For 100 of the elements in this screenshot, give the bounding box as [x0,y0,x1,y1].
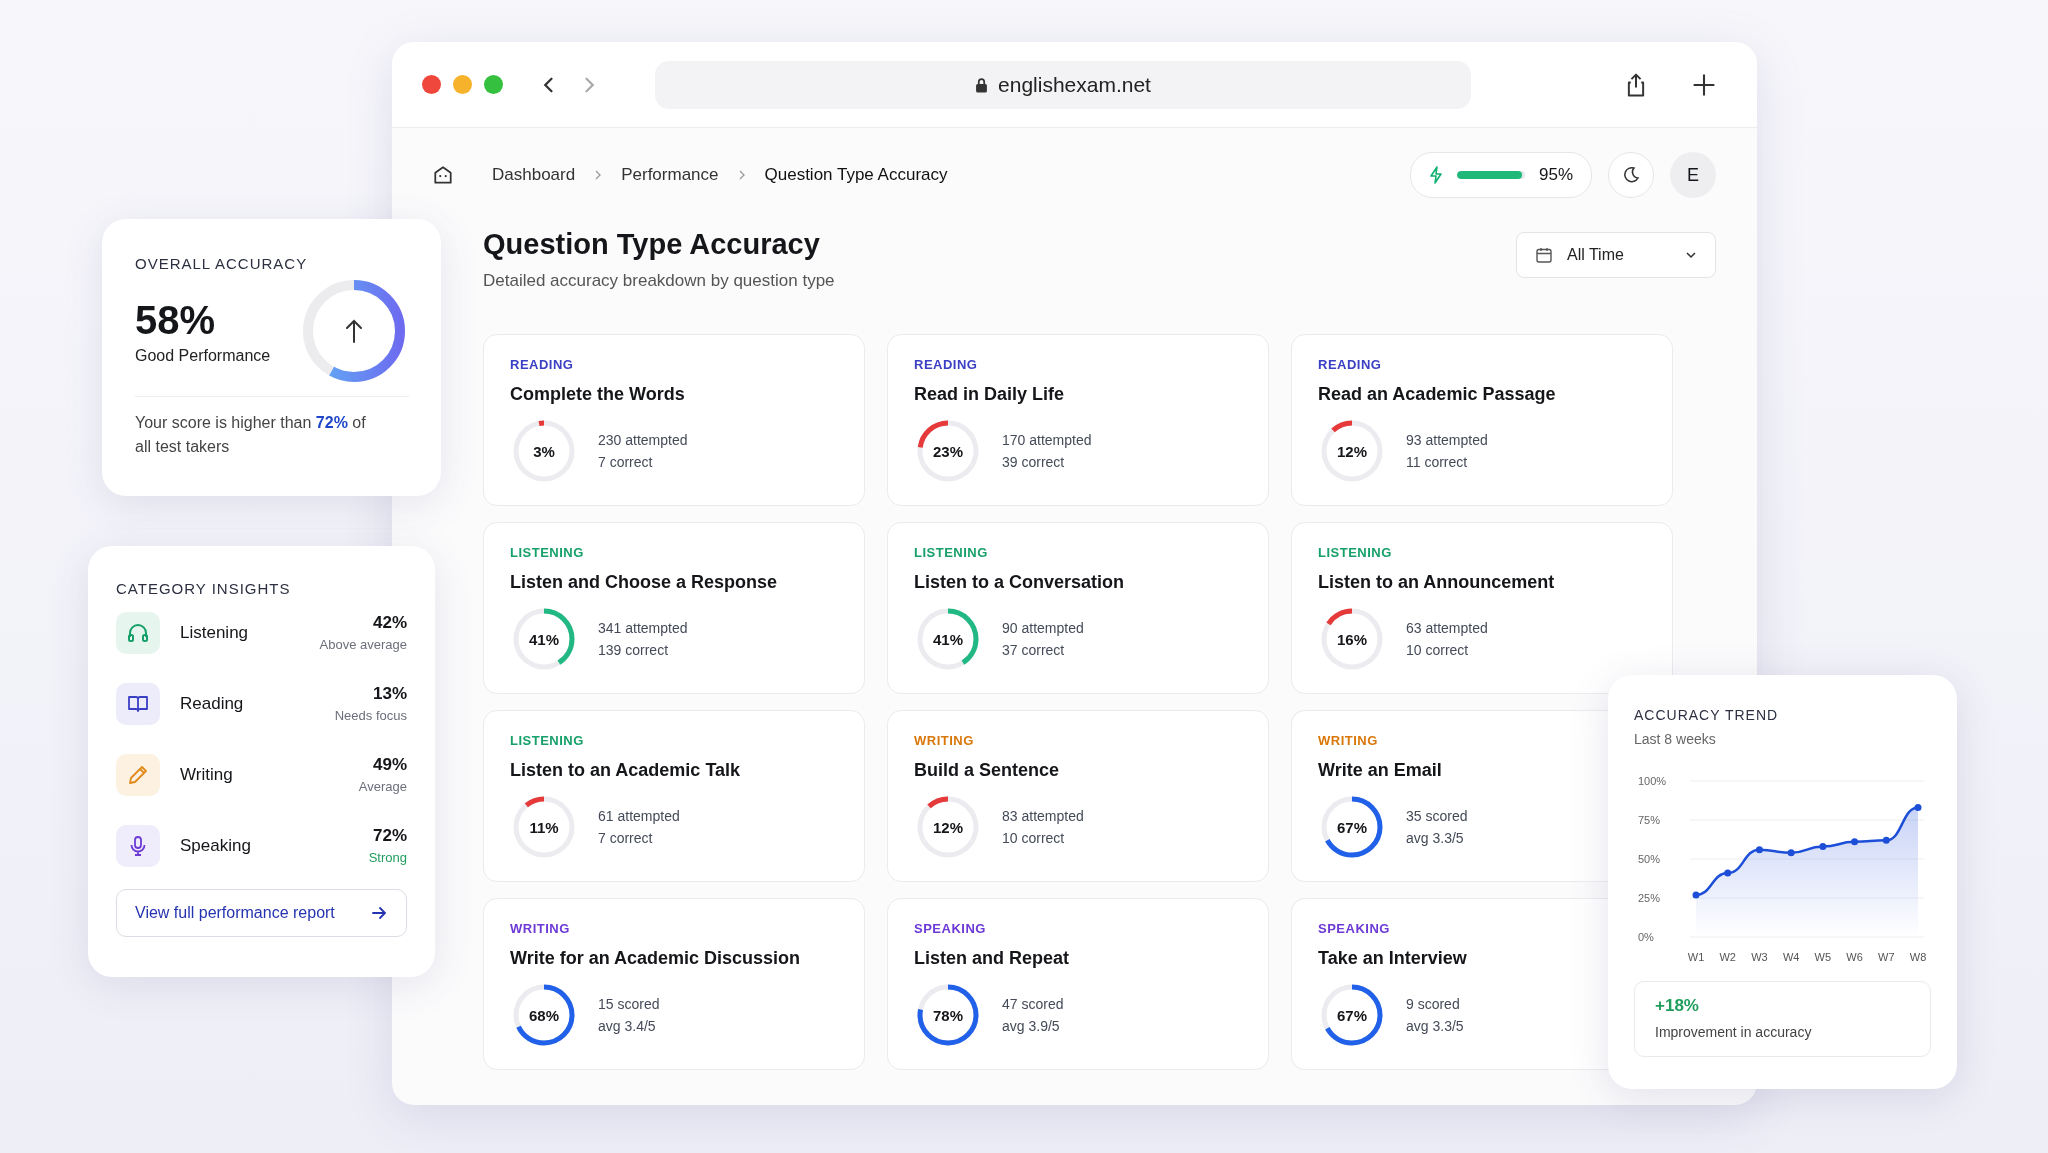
attempt-count: 230 attempted [598,432,688,448]
category-label: LISTENING [510,733,585,748]
maximize-dot[interactable] [484,75,503,94]
accuracy-percent: 16% [1337,631,1367,647]
category-value: 72% [372,826,407,846]
calendar-icon [1535,246,1553,264]
x-axis-label: W7 [1878,951,1895,963]
category-value: 13% [372,684,407,704]
url-text: englishexam.net [998,72,1151,97]
improvement-value: +18% [1655,996,1700,1016]
result-count: 139 correct [598,642,670,658]
data-point [1724,869,1732,877]
comparison-note: Your score is higher than 72% of all test takers [135,413,367,457]
page-title: Question Type Accuracy [483,228,821,261]
address-bar[interactable]: englishexam.net [655,60,1471,109]
card-heading: ACCURACY TREND [1634,707,1780,723]
avatar[interactable]: E [1670,152,1716,198]
date-filter-dropdown[interactable]: All Time [1516,232,1716,278]
question-type-card[interactable]: LISTENING Listen to a Conversation 41% 90 attempted 37 correct [887,522,1269,694]
question-type-title: Listen to an Academic Talk [510,760,742,781]
result-count: 39 correct [1002,454,1066,470]
x-axis-label: W8 [1909,951,1927,963]
category-label: LISTENING [914,545,989,560]
result-count: avg 3.9/5 [1002,1018,1061,1034]
data-point [1819,843,1827,850]
category-label: WRITING [914,733,975,748]
y-axis-label: 0% [1638,931,1654,943]
category-label: READING [1318,357,1383,372]
breadcrumb-link[interactable]: Dashboard [492,165,576,185]
x-axis-label: W1 [1687,951,1705,963]
streak-bar [1456,171,1525,179]
data-point [1851,838,1859,846]
category-status: Strong [368,850,407,865]
question-type-card[interactable]: READING Read in Daily Life 23% 170 attempted 39 correct [887,334,1269,506]
result-count: 37 correct [1002,642,1066,658]
question-type-title: Listen and Repeat [914,948,1071,969]
category-icon [116,682,160,725]
question-type-title: Listen to a Conversation [914,572,1126,593]
attempt-count: 63 attempted [1406,620,1488,636]
accuracy-percent: 12% [933,819,963,835]
lightning-icon [1428,166,1443,184]
data-point [1787,849,1795,857]
page-subtitle: Detailed accuracy breakdown by question type [483,271,835,291]
question-type-card[interactable]: LISTENING Listen to an Academic Talk 11% 61 attempted 7 correct [483,710,865,882]
x-axis-label: W6 [1846,951,1863,963]
accuracy-percent: 23% [933,443,963,459]
x-axis-label: W5 [1814,951,1832,963]
category-status: Needs focus [334,708,407,723]
category-label: WRITING [510,921,571,936]
arrow-right-icon [370,904,388,922]
accuracy-percent: 68% [529,1007,559,1023]
y-axis-label: 75% [1638,814,1661,826]
home-icon[interactable] [432,164,454,186]
y-axis-label: 25% [1638,892,1661,904]
result-count: 7 correct [598,830,654,846]
category-icon [116,753,160,796]
attempt-count: 35 scored [1406,808,1468,824]
category-label: WRITING [1318,733,1379,748]
accuracy-percent: 11% [529,819,559,835]
accuracy-percent: 3% [533,443,555,459]
report-link-button[interactable]: View full performance report [116,889,407,937]
x-axis-label: W3 [1751,951,1768,963]
category-name: Reading [180,693,245,714]
result-count: avg 3.4/5 [598,1018,657,1034]
y-axis-label: 50% [1638,853,1661,865]
question-type-title: Read in Daily Life [914,384,1066,405]
question-type-title: Listen to an Announcement [1318,572,1556,593]
result-count: 10 correct [1002,830,1066,846]
attempt-count: 90 attempted [1002,620,1084,636]
accuracy-percent: 67% [1337,1007,1367,1023]
attempt-count: 61 attempted [598,808,680,824]
question-type-card[interactable]: SPEAKING Listen and Repeat 78% 47 scored avg 3.9/5 [887,898,1269,1070]
category-label: SPEAKING [1318,921,1391,936]
question-type-card[interactable]: WRITING Build a Sentence 12% 83 attempted 10 correct [887,710,1269,882]
data-point [1692,891,1700,899]
attempt-count: 15 scored [598,996,660,1012]
close-dot[interactable] [422,75,441,94]
lock-icon [975,76,989,93]
breadcrumb-link[interactable]: Performance [621,165,719,185]
question-type-card[interactable]: WRITING Write an Email 67% 35 scored avg 3.3/5 [1291,710,1609,882]
category-label: LISTENING [510,545,585,560]
question-type-card[interactable]: SPEAKING Take an Interview 67% 9 scored avg 3.3/5 [1291,898,1609,1070]
dark-mode-button[interactable] [1608,152,1654,198]
result-count: 7 correct [598,454,654,470]
result-count: 10 correct [1406,642,1470,658]
question-type-card[interactable]: LISTENING Listen to an Announcement 16% 63 attempted 10 correct [1291,522,1673,694]
question-type-title: Listen and Choose a Response [510,572,779,593]
question-type-card[interactable]: READING Complete the Words 3% 230 attempted 7 correct [483,334,865,506]
question-type-card[interactable]: WRITING Write for an Academic Discussion 68% 15 scored avg 3.4/5 [483,898,865,1070]
attempt-count: 93 attempted [1406,432,1488,448]
breadcrumb-link[interactable]: Question Type Accuracy [764,165,948,185]
category-label: READING [510,357,575,372]
question-type-card[interactable]: READING Read an Academic Passage 12% 93 attempted 11 correct [1291,334,1673,506]
result-count: avg 3.3/5 [1406,1018,1464,1034]
result-count: 11 correct [1406,454,1469,470]
question-type-card[interactable]: LISTENING Listen and Choose a Response 41% 341 attempted 139 correct [483,522,865,694]
accuracy-percent: 41% [933,631,963,647]
category-name: Writing [180,764,234,785]
question-type-title: Read an Academic Passage [1318,384,1557,405]
minimize-dot[interactable] [453,75,472,94]
